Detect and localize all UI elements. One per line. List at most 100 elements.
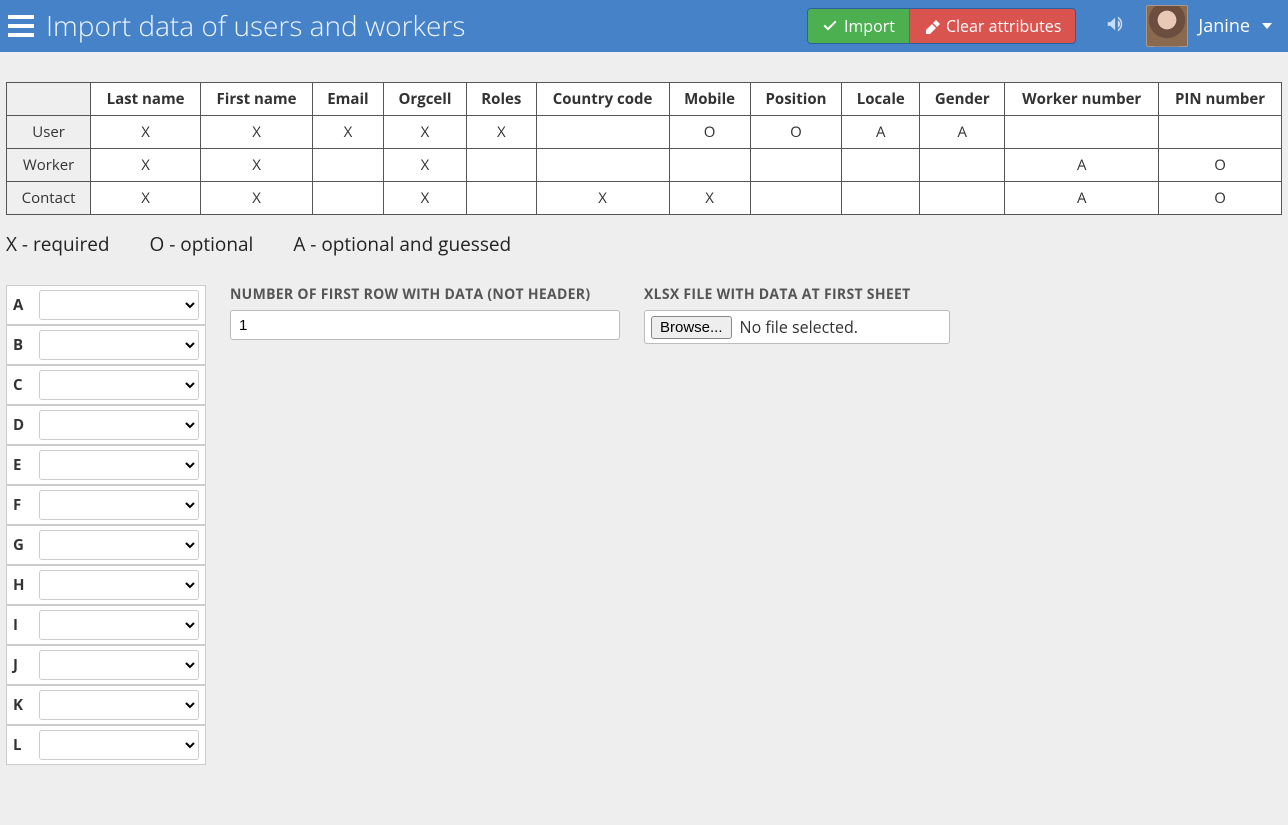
table-cell: X xyxy=(669,182,750,215)
mapping-letter: C xyxy=(13,375,29,395)
mapping-letter: J xyxy=(13,655,29,675)
mapping-select-d[interactable] xyxy=(39,410,199,440)
mapping-letter: F xyxy=(13,495,29,515)
column-header: Last name xyxy=(91,83,201,116)
column-header: First name xyxy=(201,83,313,116)
mapping-select-j[interactable] xyxy=(39,650,199,680)
table-cell: X xyxy=(201,116,313,149)
table-cell xyxy=(920,182,1005,215)
table-cell xyxy=(750,149,842,182)
mapping-select-k[interactable] xyxy=(39,690,199,720)
table-cell: O xyxy=(1159,149,1282,182)
row-header: Worker xyxy=(7,149,91,182)
mapping-row: I xyxy=(6,605,206,645)
mapping-select-i[interactable] xyxy=(39,610,199,640)
table-cell xyxy=(1005,116,1159,149)
table-cell: A xyxy=(1005,149,1159,182)
mapping-row: E xyxy=(6,445,206,485)
mapping-letter: I xyxy=(13,615,29,635)
table-cell: X xyxy=(467,116,536,149)
mapping-select-c[interactable] xyxy=(39,370,199,400)
table-cell xyxy=(750,182,842,215)
mapping-row: K xyxy=(6,685,206,725)
column-header: Mobile xyxy=(669,83,750,116)
table-cell: X xyxy=(201,149,313,182)
legend-o: O - optional xyxy=(150,231,254,257)
table-cell: X xyxy=(91,182,201,215)
mapping-select-a[interactable] xyxy=(39,290,199,320)
file-input[interactable]: Browse... No file selected. xyxy=(644,310,950,344)
mapping-row: L xyxy=(6,725,206,765)
row-header: User xyxy=(7,116,91,149)
avatar xyxy=(1146,5,1188,47)
table-cell xyxy=(467,182,536,215)
hamburger-icon xyxy=(8,15,34,37)
first-row-input[interactable] xyxy=(230,310,620,340)
table-cell: X xyxy=(313,116,384,149)
row-header: Contact xyxy=(7,182,91,215)
mapping-row: G xyxy=(6,525,206,565)
browse-button[interactable]: Browse... xyxy=(651,316,732,339)
legend-x: X - required xyxy=(6,231,110,257)
table-row: UserXXXXXOOAA xyxy=(7,116,1282,149)
table-cell xyxy=(842,149,920,182)
file-label: XLSX FILE WITH DATA AT FIRST SHEET xyxy=(644,285,950,304)
file-status: No file selected. xyxy=(740,316,858,338)
clear-attributes-button[interactable]: Clear attributes xyxy=(909,9,1075,43)
first-row-label: NUMBER OF FIRST ROW WITH DATA (NOT HEADE… xyxy=(230,285,620,304)
mapping-row: J xyxy=(6,645,206,685)
legend: X - required O - optional A - optional a… xyxy=(6,231,1282,257)
table-cell xyxy=(313,149,384,182)
username: Janine xyxy=(1198,14,1250,38)
announcements-button[interactable] xyxy=(1094,13,1138,40)
table-cell xyxy=(669,149,750,182)
column-mapping: ABCDEFGHIJKL xyxy=(6,285,206,765)
table-cell: A xyxy=(1005,182,1159,215)
mapping-row: B xyxy=(6,325,206,365)
import-button[interactable]: Import xyxy=(808,9,909,43)
table-cell xyxy=(536,116,669,149)
check-icon xyxy=(822,18,838,34)
column-header: Position xyxy=(750,83,842,116)
clear-label: Clear attributes xyxy=(946,15,1061,37)
mapping-row: C xyxy=(6,365,206,405)
table-cell: O xyxy=(750,116,842,149)
table-cell: X xyxy=(91,149,201,182)
table-corner xyxy=(7,83,91,116)
mapping-select-e[interactable] xyxy=(39,450,199,480)
table-cell xyxy=(313,182,384,215)
mapping-row: H xyxy=(6,565,206,605)
mapping-letter: L xyxy=(13,735,29,755)
mapping-select-h[interactable] xyxy=(39,570,199,600)
table-cell: X xyxy=(536,182,669,215)
table-cell xyxy=(1159,116,1282,149)
mapping-select-l[interactable] xyxy=(39,730,199,760)
column-header: PIN number xyxy=(1159,83,1282,116)
bullhorn-icon xyxy=(1105,13,1127,35)
user-menu[interactable]: Janine xyxy=(1146,5,1278,47)
mapping-letter: H xyxy=(13,575,29,595)
mapping-select-b[interactable] xyxy=(39,330,199,360)
column-header: Gender xyxy=(920,83,1005,116)
mapping-letter: B xyxy=(13,335,29,355)
table-cell: O xyxy=(1159,182,1282,215)
table-cell: X xyxy=(383,182,466,215)
menu-toggle[interactable] xyxy=(0,0,42,52)
mapping-letter: A xyxy=(13,295,29,315)
table-cell: X xyxy=(91,116,201,149)
eraser-icon xyxy=(924,18,940,34)
column-header: Email xyxy=(313,83,384,116)
mapping-letter: K xyxy=(13,695,29,715)
mapping-letter: E xyxy=(13,455,29,475)
table-row: ContactXXXXXAO xyxy=(7,182,1282,215)
table-cell xyxy=(920,149,1005,182)
table-cell xyxy=(842,182,920,215)
mapping-select-g[interactable] xyxy=(39,530,199,560)
table-cell: X xyxy=(201,182,313,215)
mapping-row: F xyxy=(6,485,206,525)
mapping-select-f[interactable] xyxy=(39,490,199,520)
table-cell: X xyxy=(383,116,466,149)
column-header: Worker number xyxy=(1005,83,1159,116)
column-header: Locale xyxy=(842,83,920,116)
legend-a: A - optional and guessed xyxy=(293,231,511,257)
